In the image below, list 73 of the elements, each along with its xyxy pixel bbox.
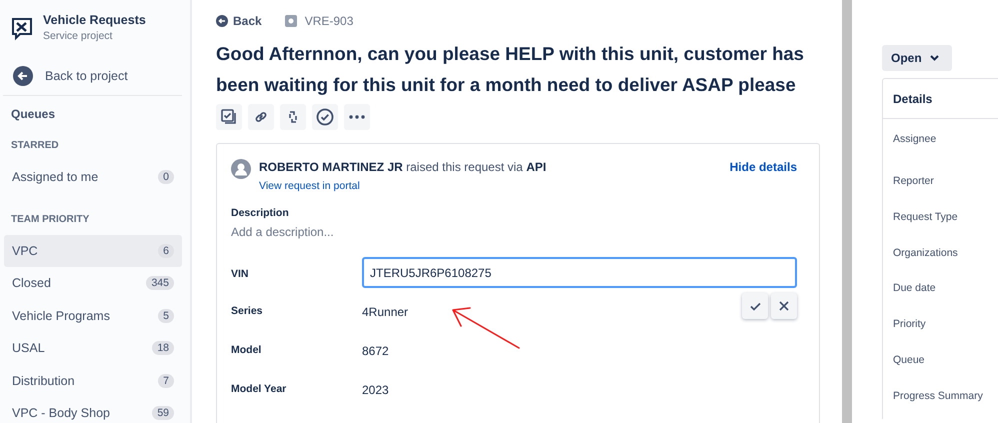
status-dropdown[interactable]: Open <box>882 45 952 71</box>
more-button[interactable] <box>344 104 370 130</box>
queue-label: Vehicle Programs <box>12 308 110 323</box>
queue-label: Closed <box>12 276 51 290</box>
queue-item[interactable]: Vehicle Programs 5 <box>4 300 182 332</box>
queue-label: Assigned to me <box>12 170 98 184</box>
queue-count: 5 <box>158 308 174 323</box>
back-arrow-icon <box>216 15 228 27</box>
field-label: Model Year <box>231 383 288 395</box>
vin-input-field[interactable]: JTERU5JR6P6108275 <box>362 257 797 288</box>
queue-count: 0 <box>158 170 174 184</box>
field-label: Reporter <box>892 174 935 189</box>
queue-item[interactable]: Distribution 7 <box>4 364 182 397</box>
request-origin-text: ROBERTO MARTINEZ JR raised this request via API <box>259 160 548 174</box>
link-button[interactable] <box>248 104 274 130</box>
queue-label: VPC <box>12 244 38 258</box>
request-type-icon <box>284 15 297 27</box>
back-to-project-link[interactable]: Back to project <box>45 69 128 83</box>
field-value: 2023 <box>362 383 389 397</box>
field-label: Assignee <box>892 132 938 147</box>
field-label: Model <box>231 344 262 356</box>
queue-item[interactable]: VPC - Body Shop 59 <box>4 397 182 423</box>
avatar-icon <box>231 159 251 179</box>
field-label: Priority <box>892 317 927 332</box>
queue-item[interactable]: VPC 6 <box>4 234 182 267</box>
queue-count: 18 <box>152 341 174 356</box>
checklist-icon <box>221 109 237 125</box>
details-heading: Details <box>883 79 998 119</box>
field-label: Due date <box>892 281 937 296</box>
section-heading: STARRED <box>10 139 60 153</box>
close-icon <box>779 301 789 311</box>
queue-label: USAL <box>12 341 45 356</box>
field-label: VIN <box>231 267 250 280</box>
issue-key-link[interactable]: VRE-903 <box>304 14 354 28</box>
check-icon <box>750 302 760 310</box>
back-label: Back <box>233 14 262 28</box>
description-placeholder[interactable]: Add a description... <box>231 225 797 239</box>
field-label: Series <box>231 305 264 317</box>
link-icon <box>253 109 269 125</box>
scroll-bar[interactable] <box>842 0 852 423</box>
field-label: Request Type <box>892 210 959 225</box>
queue-item[interactable]: Assigned to me 0 <box>4 161 182 194</box>
project-type: Service project <box>43 30 114 42</box>
tools-icon <box>11 17 33 41</box>
more-icon <box>349 115 365 119</box>
field-label: Organizations <box>892 246 959 261</box>
check-circle-icon <box>316 108 334 126</box>
confirm-button[interactable] <box>742 293 768 319</box>
view-in-portal-link[interactable]: View request in portal <box>259 180 360 192</box>
queue-label: Distribution <box>12 374 75 388</box>
field-value: 4Runner <box>362 305 408 319</box>
field-label: Description <box>231 207 290 219</box>
queue-label: VPC - Body Shop <box>12 406 110 420</box>
chevron-down-icon <box>930 55 939 61</box>
back-link[interactable]: Back <box>216 14 262 28</box>
cancel-button[interactable] <box>771 293 797 319</box>
automation-button[interactable] <box>280 104 306 130</box>
queue-count: 7 <box>158 374 174 388</box>
field-label: Progress Summary <box>892 388 984 404</box>
queue-count: 6 <box>158 244 174 258</box>
queue-item[interactable]: Closed 345 <box>4 267 182 300</box>
issue-title: Good Afternnon, can you please HELP with this unit, customer has been waiting for this unit for a month need to deliver ASAP please <box>216 42 805 97</box>
resolve-button[interactable] <box>312 104 338 130</box>
attach-button[interactable] <box>216 104 242 130</box>
queue-count: 59 <box>152 406 174 420</box>
queue-item[interactable]: USAL 18 <box>4 332 182 364</box>
field-label: Queue <box>892 352 926 368</box>
section-heading: TEAM PRIORITY <box>10 212 90 226</box>
field-value: 8672 <box>362 344 389 358</box>
queue-count: 345 <box>146 276 174 290</box>
project-title: Vehicle Requests <box>43 13 146 27</box>
hide-details-link[interactable]: Hide details <box>730 160 797 174</box>
queues-heading: Queues <box>10 106 56 123</box>
